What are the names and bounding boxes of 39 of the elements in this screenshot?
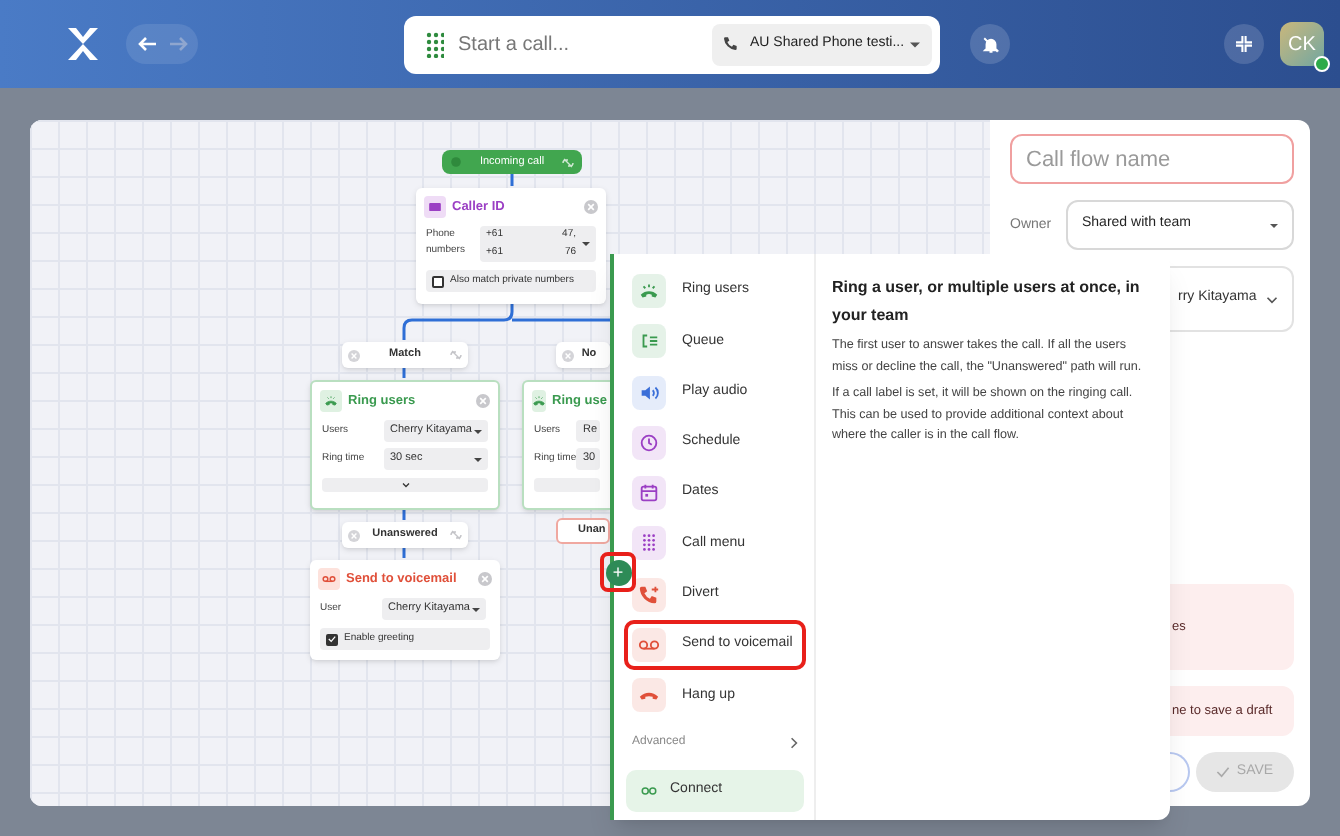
back-button[interactable] [137, 34, 157, 54]
close-icon [478, 572, 492, 586]
caret-icon [1270, 223, 1278, 227]
description-title: Ring a user, or multiple users at once, in your team [832, 276, 1142, 328]
caret-icon [474, 429, 482, 433]
voicemail-icon [318, 568, 340, 590]
close-icon [348, 349, 360, 361]
connector-line [402, 368, 406, 378]
caret-icon [472, 607, 480, 611]
caret-icon [474, 457, 482, 461]
caret-icon [910, 41, 920, 47]
checkbox[interactable] [432, 275, 444, 287]
close-icon [584, 200, 598, 214]
checkbox[interactable] [326, 633, 338, 645]
phone-ringing-icon [532, 390, 546, 412]
keypad-icon [426, 31, 444, 57]
phone-ringing-icon [320, 390, 342, 412]
bell-off-icon [981, 35, 999, 53]
connector-line [402, 548, 406, 558]
connector-line [402, 510, 406, 520]
notifications-button[interactable] [970, 24, 1010, 64]
chevron-down-icon [1266, 295, 1278, 303]
close-icon [348, 529, 360, 541]
chevron-down-icon [401, 482, 409, 488]
collapse-button[interactable] [1224, 24, 1264, 64]
caret-icon [582, 242, 590, 246]
call-flow-name-field[interactable]: Call flow name [1010, 134, 1294, 184]
link-icon [640, 781, 658, 800]
check-icon [328, 634, 336, 644]
chevron-right-icon [790, 736, 798, 751]
id-card-icon [424, 196, 446, 218]
phone-icon [722, 36, 738, 52]
check-icon [1216, 766, 1231, 778]
logo-icon [66, 26, 100, 62]
close-icon [562, 349, 574, 361]
call-search-field[interactable]: Start a call... [458, 29, 678, 59]
connector-line [510, 174, 514, 186]
add-step-button[interactable]: + [600, 552, 636, 592]
close-icon [476, 394, 490, 408]
